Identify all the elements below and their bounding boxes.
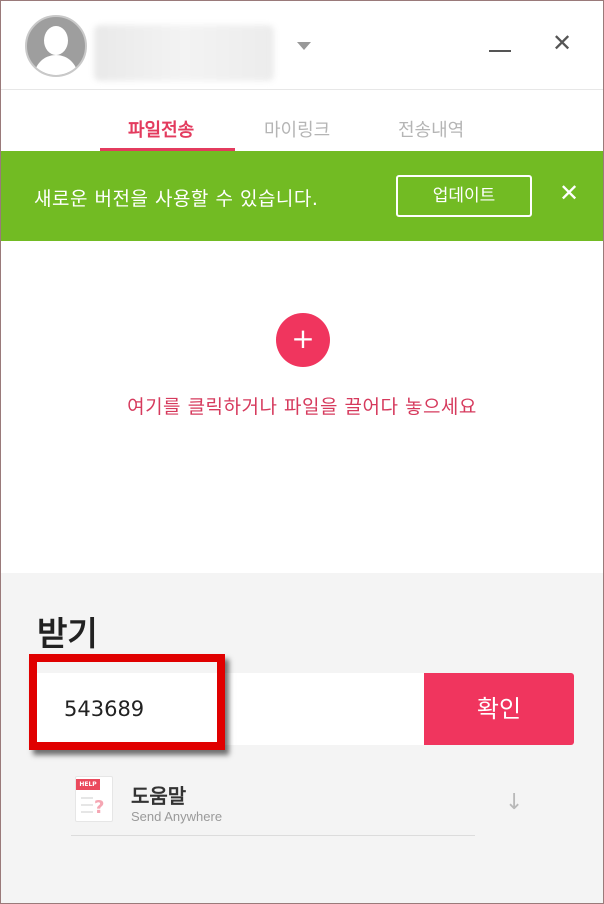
help-title: 도움말 [131, 784, 187, 808]
confirm-button[interactable]: 확인 [424, 673, 574, 745]
tab-my-link[interactable]: 마이링크 [264, 116, 330, 142]
avatar[interactable] [25, 15, 87, 77]
avatar-head [44, 26, 68, 55]
close-icon[interactable]: ✕ [552, 31, 572, 55]
avatar-body [34, 55, 78, 75]
header: ✕ [1, 1, 603, 89]
help-item[interactable]: HELP ? 도움말 Send Anywhere [71, 776, 475, 836]
account-name[interactable] [94, 25, 274, 81]
update-button[interactable]: 업데이트 [396, 175, 532, 217]
receive-section: 받기 확인 HELP ? 도움말 Send Anywhere ↓ [1, 573, 603, 903]
help-subtitle: Send Anywhere [131, 809, 223, 824]
file-drop-zone[interactable]: + 여기를 클릭하거나 파일을 끌어다 놓으세요 [1, 241, 603, 573]
chevron-down-icon[interactable] [297, 42, 311, 50]
receive-title: 받기 [37, 614, 98, 653]
help-icon-tag: HELP [76, 779, 100, 790]
banner-close-icon[interactable]: ✕ [559, 181, 579, 205]
icon-line [81, 811, 93, 813]
add-file-button[interactable]: + [276, 313, 330, 367]
banner-message: 새로운 버전을 사용할 수 있습니다. [34, 188, 319, 210]
update-banner: 새로운 버전을 사용할 수 있습니다. 업데이트 ✕ [1, 151, 603, 241]
question-mark-icon: ? [94, 797, 105, 818]
icon-line [81, 797, 93, 799]
receive-code-input[interactable] [34, 673, 426, 745]
drop-hint: 여기를 클릭하거나 파일을 끌어다 놓으세요 [127, 396, 477, 418]
download-arrow-icon[interactable]: ↓ [505, 790, 523, 815]
tab-file-transfer[interactable]: 파일전송 [128, 116, 194, 142]
tab-bar: 파일전송 마이링크 전송내역 [1, 89, 603, 151]
help-document-icon: HELP ? [75, 776, 113, 822]
tab-history[interactable]: 전송내역 [398, 116, 464, 142]
icon-line [81, 804, 93, 806]
minimize-icon[interactable] [489, 50, 511, 52]
